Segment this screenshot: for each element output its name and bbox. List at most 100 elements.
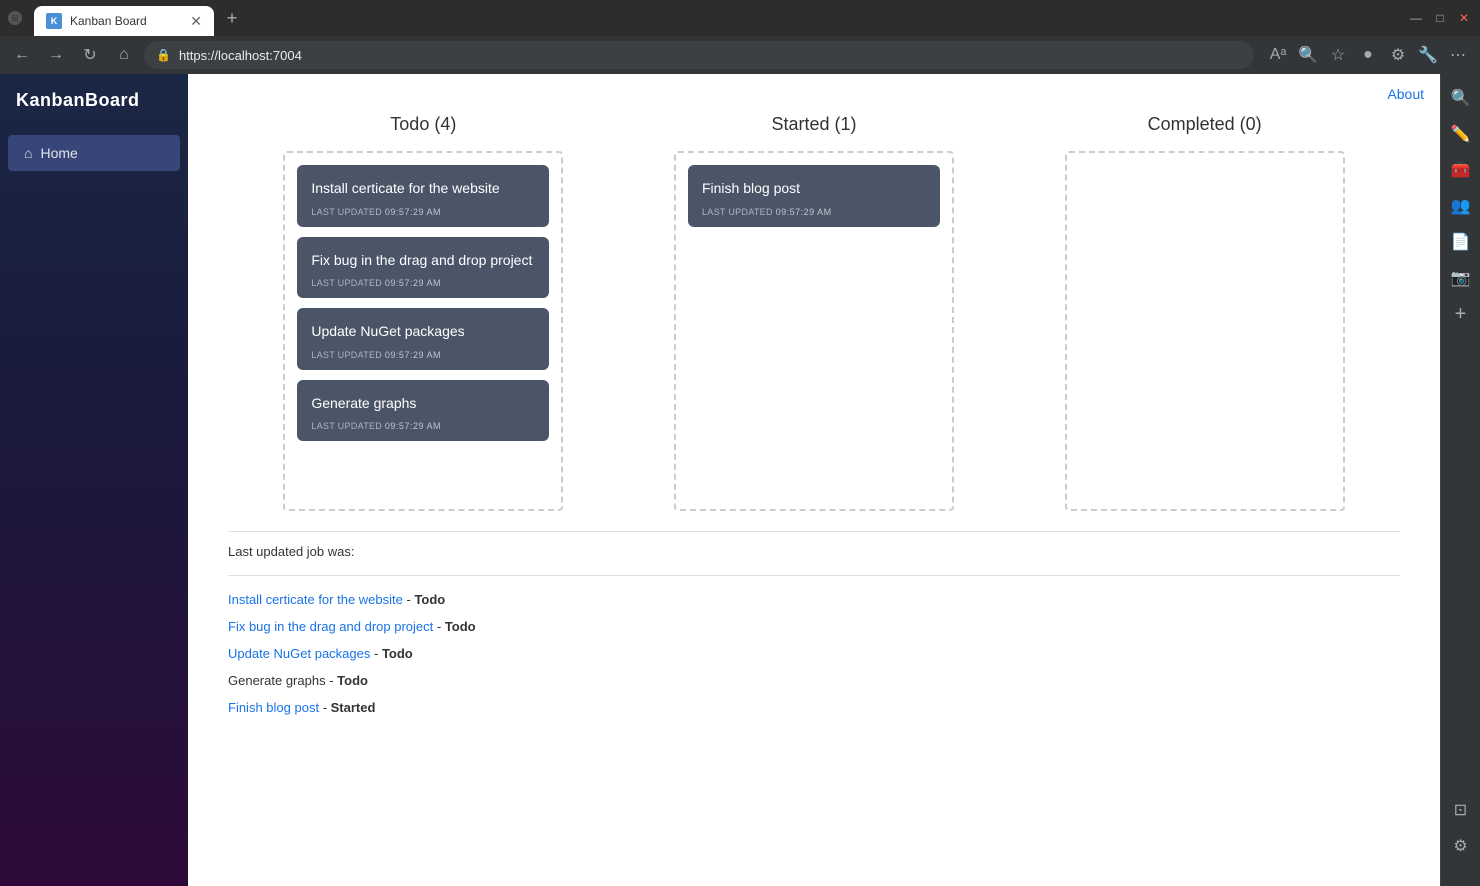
favorites-icon[interactable]: ☆ [1324,41,1352,69]
sidebar-paint-icon[interactable]: ✏️ [1445,118,1477,150]
sidebar-page-icon[interactable]: 📄 [1445,226,1477,258]
card-update-nuget[interactable]: Update NuGet packages LAST UPDATED 09:57… [297,308,549,370]
last-updated-label: Last updated job was: [228,532,1400,571]
completed-drop-zone[interactable] [1065,151,1345,511]
kanban-column-completed: Completed (0) [1065,114,1345,511]
account-icon[interactable]: ● [1354,41,1382,69]
list-item: Finish blog post - Started [228,700,1400,715]
job-name-link[interactable]: Install certicate for the website [228,592,403,607]
footer-section: Last updated job was: Install certicate … [188,532,1440,735]
job-separator: - [437,619,445,634]
minimize-button[interactable]: — [1408,10,1424,26]
home-button[interactable]: ⌂ [110,41,138,69]
card-fix-bug[interactable]: Fix bug in the drag and drop project LAS… [297,237,549,299]
tab-title: Kanban Board [70,14,182,28]
job-name-link: Generate graphs [228,673,326,688]
lock-icon: 🔒 [156,48,171,62]
sidebar-nav: ⌂ Home [0,127,188,179]
list-item: Fix bug in the drag and drop project - T… [228,619,1400,634]
timestamp-label: LAST UPDATED [311,350,385,360]
job-separator: - [374,646,382,661]
card-timestamp: LAST UPDATED 09:57:29 AM [702,207,926,217]
kanban-board: Todo (4) Install certicate for the websi… [188,74,1440,531]
sidebar-search-icon[interactable]: 🔍 [1445,82,1477,114]
job-status: Started [331,700,376,715]
close-button[interactable]: ✕ [1456,10,1472,26]
more-icon[interactable]: ⋯ [1444,41,1472,69]
sidebar: KanbanBoard ⌂ Home [0,74,188,886]
sidebar-tools-icon[interactable]: 🧰 [1445,154,1477,186]
job-status: Todo [414,592,445,607]
card-title: Finish blog post [702,179,926,199]
sidebar-settings-icon[interactable]: ⚙ [1445,830,1477,862]
about-link[interactable]: About [1387,86,1424,102]
todo-drop-zone[interactable]: Install certicate for the website LAST U… [283,151,563,511]
tab-close-button[interactable]: ✕ [190,13,202,30]
home-icon: ⌂ [24,145,32,161]
card-timestamp: LAST UPDATED 09:57:29 AM [311,207,535,217]
new-tab-button[interactable]: + [218,4,246,32]
timestamp-label: LAST UPDATED [311,278,385,288]
job-separator: - [329,673,337,688]
address-bar[interactable]: 🔒 https://localhost:7004 [144,41,1254,69]
kanban-column-started: Started (1) Finish blog post LAST UPDATE… [674,114,954,511]
kanban-column-todo: Todo (4) Install certicate for the websi… [283,114,563,511]
maximize-button[interactable]: □ [1432,10,1448,26]
timestamp-label: LAST UPDATED [311,421,385,431]
job-status: Todo [337,673,368,688]
url-display: https://localhost:7004 [179,48,302,63]
nav-icons-right: Aᵃ 🔍 ☆ ● ⚙ 🔧 ⋯ [1264,41,1472,69]
job-name-link[interactable]: Fix bug in the drag and drop project [228,619,433,634]
nav-bar: ← → ↻ ⌂ 🔒 https://localhost:7004 Aᵃ 🔍 ☆ … [0,36,1480,74]
card-timestamp: LAST UPDATED 09:57:29 AM [311,421,535,431]
job-separator: - [323,700,331,715]
card-title: Fix bug in the drag and drop project [311,251,535,271]
browser-sidebar-panel: 🔍 ✏️ 🧰 👥 📄 📷 + ⊡ ⚙ [1440,74,1480,886]
browser-chrome: ⊞ K Kanban Board ✕ + — □ ✕ ← → ↻ ⌂ 🔒 htt… [0,0,1480,74]
list-item: Update NuGet packages - Todo [228,646,1400,661]
card-title: Install certicate for the website [311,179,535,199]
card-timestamp: LAST UPDATED 09:57:29 AM [311,278,535,288]
card-timestamp: LAST UPDATED 09:57:29 AM [311,350,535,360]
sidebar-expand-icon[interactable]: ⊡ [1445,794,1477,826]
back-button[interactable]: ← [8,41,36,69]
card-title: Generate graphs [311,394,535,414]
started-drop-zone[interactable]: Finish blog post LAST UPDATED 09:57:29 A… [674,151,954,511]
card-install-certicate[interactable]: Install certicate for the website LAST U… [297,165,549,227]
sidebar-item-home[interactable]: ⌂ Home [8,135,180,171]
forward-button[interactable]: → [42,41,70,69]
job-status: Todo [445,619,476,634]
main-content: About Todo (4) Install certicate for the… [188,74,1440,886]
timestamp-label: LAST UPDATED [311,207,385,217]
search-icon[interactable]: 🔍 [1294,41,1322,69]
card-generate-graphs[interactable]: Generate graphs LAST UPDATED 09:57:29 AM [297,380,549,442]
job-list: Install certicate for the website - Todo… [228,592,1400,715]
settings-icon[interactable]: ⚙ [1384,41,1412,69]
card-title: Update NuGet packages [311,322,535,342]
tab-new-window-btn[interactable]: ⊞ [8,11,22,25]
tab-favicon: K [46,13,62,29]
refresh-button[interactable]: ↻ [76,41,104,69]
sidebar-people-icon[interactable]: 👥 [1445,190,1477,222]
read-mode-icon[interactable]: Aᵃ [1264,41,1292,69]
job-status: Todo [382,646,413,661]
extensions-icon[interactable]: 🔧 [1414,41,1442,69]
sidebar-add-icon[interactable]: + [1445,298,1477,330]
timestamp-label: LAST UPDATED [702,207,776,217]
card-finish-blog[interactable]: Finish blog post LAST UPDATED 09:57:29 A… [688,165,940,227]
sidebar-item-home-label: Home [40,145,77,161]
job-name-link[interactable]: Update NuGet packages [228,646,370,661]
sidebar-camera-icon[interactable]: 📷 [1445,262,1477,294]
app-container: KanbanBoard ⌂ Home About Todo (4) Instal… [0,74,1480,886]
list-item: Install certicate for the website - Todo [228,592,1400,607]
list-item: Generate graphs - Todo [228,673,1400,688]
window-controls: — □ ✕ [1408,10,1472,26]
tab-bar: ⊞ K Kanban Board ✕ + — □ ✕ [0,0,1480,36]
started-column-title: Started (1) [674,114,954,135]
active-tab[interactable]: K Kanban Board ✕ [34,6,214,36]
app-logo: KanbanBoard [0,74,188,127]
completed-column-title: Completed (0) [1065,114,1345,135]
todo-column-title: Todo (4) [283,114,563,135]
job-name-link[interactable]: Finish blog post [228,700,319,715]
tab-controls-left: ⊞ [8,11,22,25]
